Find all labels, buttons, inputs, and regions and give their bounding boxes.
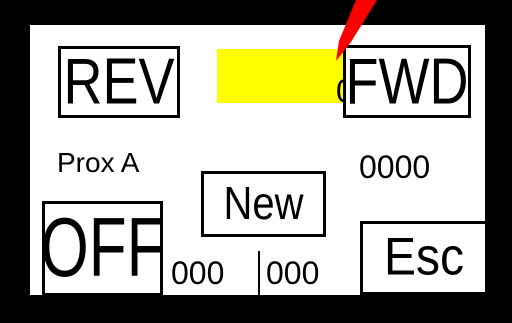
rev-button[interactable]: REV — [58, 46, 180, 118]
new-button-label: New — [223, 178, 304, 230]
value-field[interactable] — [217, 49, 345, 103]
fwd-button[interactable]: FWD — [343, 45, 471, 118]
prox-label: Prox A — [57, 147, 140, 178]
off-button-label: OFF — [42, 201, 163, 295]
rev-button-label: REV — [63, 46, 175, 118]
new-button[interactable]: New — [201, 171, 326, 237]
hmi-screen: REV 0 FWD Prox A 0000 New OFF 000 000 Es… — [0, 0, 512, 323]
display-panel: REV 0 FWD Prox A 0000 New OFF 000 000 Es… — [30, 25, 488, 296]
esc-button[interactable]: Esc — [360, 221, 488, 295]
counter-bottom-right: 000 — [266, 255, 320, 291]
counter-right: 0000 — [359, 149, 431, 185]
fwd-button-label: FWD — [345, 45, 469, 118]
esc-button-label: Esc — [383, 228, 464, 287]
counter-divider — [258, 251, 260, 295]
off-button[interactable]: OFF — [42, 201, 163, 296]
counter-bottom-left: 000 — [171, 255, 225, 291]
